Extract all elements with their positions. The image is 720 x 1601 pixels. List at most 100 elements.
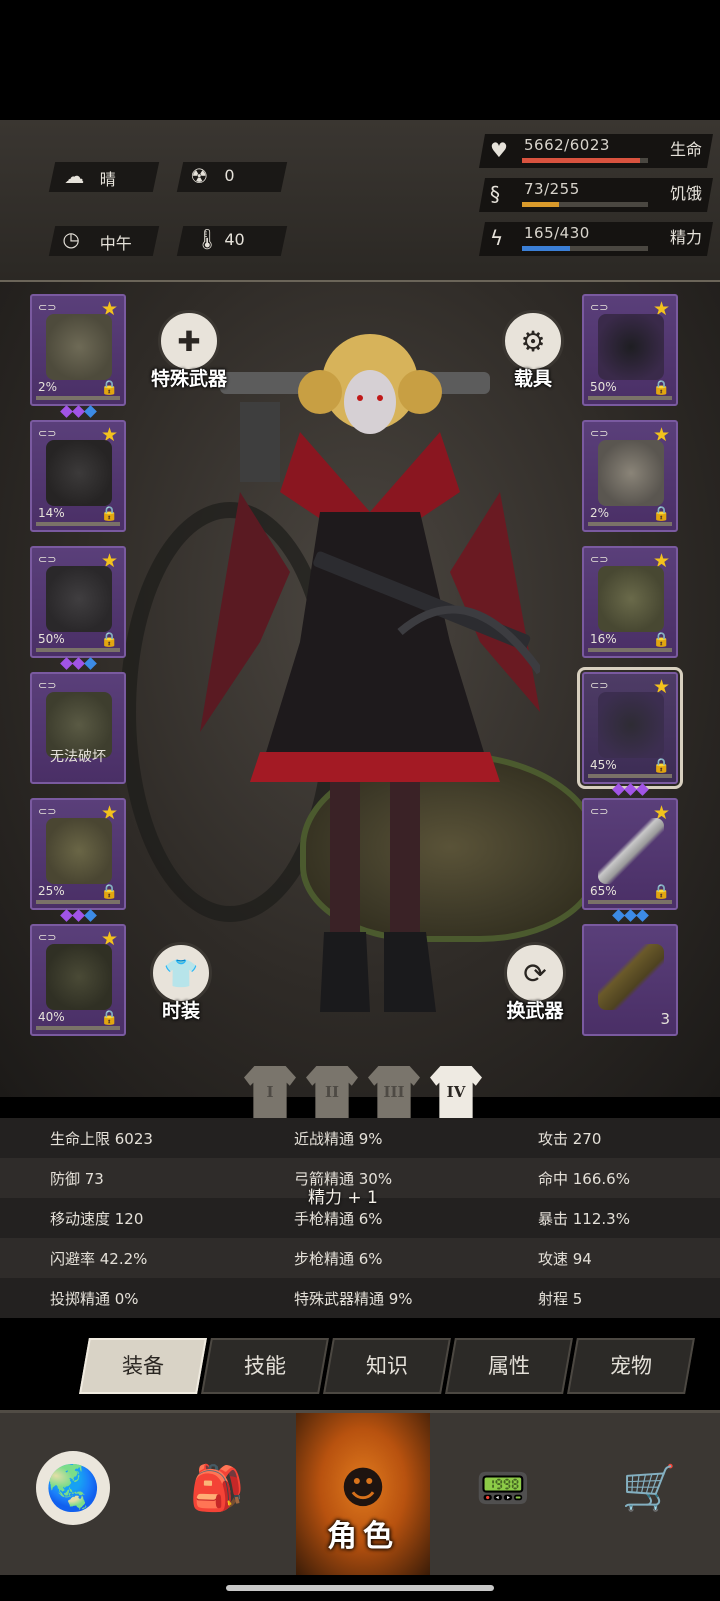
swap-arrows-icon: ⟳	[504, 942, 566, 1004]
character-portrait	[200, 334, 540, 1012]
lock-icon: 🔒	[652, 632, 670, 648]
stat-row: 生命上限 6023 近战精通 9% 攻击 270	[0, 1118, 720, 1158]
stat-cell: 移动速度 120	[50, 1210, 144, 1228]
slot-boots[interactable]: ⊂⊃ ★ 40% 🔒	[30, 924, 126, 1036]
unbreakable-text: 无法破坏	[50, 749, 106, 765]
link-icon: ⊂⊃	[38, 553, 57, 566]
outfit-tabs: I II III IV	[244, 1066, 484, 1124]
radiation-chip: ☢ 0	[176, 162, 288, 192]
durability-text: 2%	[590, 506, 610, 520]
slot-throwable[interactable]: 3	[582, 924, 678, 1036]
tab-skills[interactable]: 技能	[201, 1338, 329, 1394]
outfit-tab-1[interactable]: I	[244, 1066, 296, 1118]
nav-character-label: 角色	[327, 1519, 399, 1554]
health-label: 生命	[669, 140, 702, 159]
stat-cell: 步枪精通 6%	[294, 1250, 383, 1268]
outfit-tab-2[interactable]: II	[306, 1066, 358, 1118]
tab-attributes[interactable]: 属性	[445, 1338, 573, 1394]
link-icon: ⊂⊃	[590, 805, 609, 818]
tactical-vest-icon	[598, 566, 664, 632]
home-indicator[interactable]	[226, 1585, 494, 1591]
link-icon: ⊂⊃	[38, 805, 57, 818]
nav-radio[interactable]: 📟	[430, 1413, 574, 1575]
stat-cell: 投掷精通 0%	[50, 1290, 139, 1308]
link-icon: ⊂⊃	[38, 427, 57, 440]
slot-goggles[interactable]: ⊂⊃ ★ 50% 🔒	[582, 294, 678, 406]
stomach-icon: §	[490, 182, 500, 206]
stat-cell: 手枪精通 6%	[294, 1210, 383, 1228]
stat-cell: 生命上限 6023	[50, 1130, 153, 1148]
durability-text: 65%	[590, 884, 617, 898]
stat-cell: 攻速 94	[538, 1250, 592, 1268]
heart-icon: ♥	[490, 138, 508, 162]
slot-crossbow[interactable]: ⊂⊃ ★ 45% 🔒	[577, 667, 683, 796]
nav-character[interactable]: ☻ 角色	[296, 1413, 430, 1575]
tab-pets[interactable]: 宠物	[567, 1338, 695, 1394]
outfit-tab-4[interactable]: IV	[430, 1066, 482, 1118]
slot-helmet[interactable]: ⊂⊃ ★ 2% 🔒	[30, 294, 126, 418]
health-bar	[522, 158, 641, 163]
costume-button[interactable]: 👕 时装	[146, 942, 216, 1023]
swap-weapon-button[interactable]: ⟳ 换武器	[490, 942, 580, 1023]
tab-equipment[interactable]: 装备	[79, 1338, 207, 1394]
durability-text: 14%	[38, 506, 65, 520]
item-count: 3	[660, 1010, 670, 1028]
thermometer-icon: 🌡	[194, 227, 220, 251]
tab-label: 知识	[366, 1354, 408, 1378]
vital-hunger: § 73/255 饥饿	[479, 178, 713, 212]
slot-gas-mask[interactable]: ⊂⊃ ★ 2% 🔒	[582, 420, 678, 532]
slot-blade[interactable]: ⊂⊃ ★ 65% 🔒	[582, 798, 678, 922]
slot-backpack[interactable]: ⊂⊃ 无法破坏	[30, 672, 126, 784]
energy-head-icon: ϟ	[490, 226, 504, 250]
stat-cell: 闪避率 42.2%	[50, 1250, 148, 1268]
stat-cell: 暴击 112.3%	[538, 1210, 630, 1228]
radiation-icon: ☢	[190, 164, 209, 188]
link-icon: ⊂⊃	[38, 931, 57, 944]
stat-cell: 防御 73	[50, 1170, 104, 1188]
stat-cell: 命中 166.6%	[538, 1170, 630, 1188]
slot-vest[interactable]: ⊂⊃ ★ 16% 🔒	[582, 546, 678, 658]
shopping-cart-icon: 🛒	[621, 1463, 677, 1514]
slot-pants[interactable]: ⊂⊃ ★ 25% 🔒	[30, 798, 126, 922]
nav-backpack[interactable]: 🎒	[144, 1413, 288, 1575]
boots-icon	[46, 944, 112, 1010]
costume-label: 时装	[161, 1000, 200, 1022]
vehicle-button[interactable]: ⚙ 载具	[498, 310, 568, 391]
stamina-gain-toast: 精力 + 1	[308, 1188, 378, 1208]
lock-icon: 🔒	[652, 884, 670, 900]
link-icon: ⊂⊃	[590, 427, 609, 440]
nav-world-map[interactable]: 🌏	[0, 1413, 144, 1575]
link-icon: ⊂⊃	[590, 301, 609, 314]
temperature-value: 40	[224, 230, 245, 249]
cloud-sun-icon: ☁	[64, 164, 85, 188]
lock-icon: 🔒	[652, 380, 670, 396]
radiation-value: 0	[224, 166, 235, 185]
link-icon: ⊂⊃	[590, 679, 609, 692]
outfit-tab-3[interactable]: III	[368, 1066, 420, 1118]
sub-tabs: 装备 技能 知识 属性 宠物	[78, 1338, 708, 1396]
time-chip: ◷ 中午	[48, 226, 160, 256]
slot-shirt[interactable]: ⊂⊃ ★ 14% 🔒	[30, 420, 126, 532]
crossbow-icon	[598, 692, 664, 758]
jacket-icon	[46, 566, 112, 632]
bottom-nav: 🌏 🎒 ☻ 角色 📟 🛒	[0, 1410, 720, 1575]
top-black-area	[0, 0, 720, 120]
pants-icon	[46, 818, 112, 884]
weather-value: 晴	[99, 170, 116, 189]
slot-jacket[interactable]: ⊂⊃ ★ 50% 🔒	[30, 546, 126, 670]
tab-knowledge[interactable]: 知识	[323, 1338, 451, 1394]
tab-label: 宠物	[610, 1354, 652, 1378]
special-weapon-button[interactable]: ✚ 特殊武器	[144, 310, 234, 391]
rocket-icon: ✚	[158, 310, 220, 372]
nav-shop[interactable]: 🛒	[576, 1413, 720, 1575]
special-weapon-label: 特殊武器	[150, 368, 227, 390]
lock-icon: 🔒	[652, 758, 670, 774]
durability-text: 16%	[590, 632, 617, 646]
lock-icon: 🔒	[100, 1010, 118, 1026]
helmet-icon	[46, 314, 112, 380]
motorcycle-icon: ⚙	[502, 310, 564, 372]
molotov-icon	[598, 944, 664, 1010]
stat-row: 闪避率 42.2% 步枪精通 6% 攻速 94	[0, 1238, 720, 1278]
durability-text: 40%	[38, 1010, 65, 1024]
backpack-icon: 🎒	[189, 1463, 245, 1514]
